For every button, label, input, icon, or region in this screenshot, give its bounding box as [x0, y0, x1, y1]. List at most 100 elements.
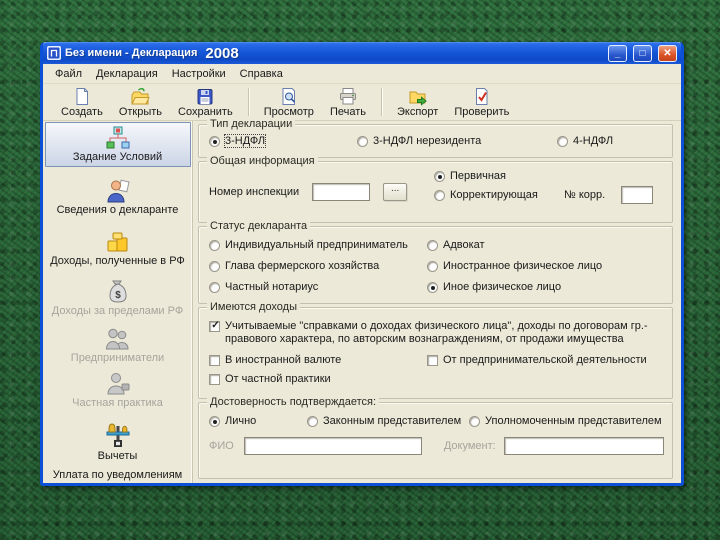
- main-panel: Тип декларации 3-НДФЛ 3-НДФЛ нерезидента…: [193, 118, 681, 483]
- export-button[interactable]: Экспорт: [389, 86, 446, 119]
- toolbar-separator: [247, 88, 249, 116]
- radio-primary[interactable]: Первичная: [434, 170, 664, 182]
- menu-declaration[interactable]: Декларация: [90, 66, 164, 82]
- print-icon: [339, 87, 356, 104]
- save-button[interactable]: Сохранить: [170, 86, 241, 119]
- group-general-info: Общая информация Номер инспекции ... Пер…: [198, 155, 673, 223]
- checkbox-entrepreneurial-activity[interactable]: От предпринимательской деятельности: [427, 354, 647, 366]
- radio-3ndfl-nonresident-control: [357, 135, 368, 147]
- maximize-button[interactable]: □: [633, 44, 652, 62]
- group-confirmation: Достоверность подтверждается: Лично Зако…: [198, 396, 673, 479]
- deductions-icon: [106, 423, 129, 448]
- radio-4ndfl[interactable]: 4-НДФЛ: [557, 135, 613, 147]
- open-button[interactable]: Открыть: [111, 86, 170, 119]
- radio-3ndfl-nonresident[interactable]: 3-НДФЛ нерезидента: [357, 135, 557, 147]
- new-document-icon: [76, 87, 88, 105]
- sidebar-item-income-abroad: $ Доходы за пределами РФ: [45, 275, 191, 321]
- open-folder-icon: [131, 87, 151, 104]
- corr-number-input[interactable]: [621, 186, 654, 204]
- checkbox-certificates-income-control: [209, 321, 221, 332]
- verify-button[interactable]: Проверить: [446, 86, 517, 119]
- radio-primary-control: [434, 170, 445, 182]
- radio-correcting[interactable]: Корректирующая: [434, 189, 562, 201]
- group-general-info-legend: Общая информация: [207, 155, 318, 167]
- radio-other-person[interactable]: Иное физическое лицо: [427, 281, 561, 293]
- radio-foreign-person[interactable]: Иностранное физическое лицо: [427, 260, 602, 272]
- preview-button[interactable]: Просмотр: [256, 86, 322, 119]
- checkbox-certificates-income[interactable]: Учитываемые "справками о доходах физичес…: [209, 320, 664, 346]
- radio-farm-head-control: [209, 260, 220, 272]
- radio-4ndfl-control: [557, 135, 568, 147]
- document-input: [503, 437, 664, 455]
- verify-icon: [475, 87, 488, 105]
- inspection-browse-button[interactable]: ...: [383, 183, 408, 201]
- window-title-year: 2008: [205, 44, 239, 62]
- group-declaration-type: Тип декларации 3-НДФЛ 3-НДФЛ нерезидента…: [198, 118, 673, 158]
- radio-other-person-control: [427, 281, 438, 293]
- radio-private-notary[interactable]: Частный нотариус: [209, 281, 427, 293]
- app-icon: [47, 46, 61, 60]
- radio-personally-control: [209, 415, 220, 427]
- income-rf-icon: [107, 232, 127, 252]
- sidebar-item-private-practice: Частная практика: [45, 368, 191, 412]
- sidebar: Задание Условий Сведения о декларанте До…: [43, 121, 193, 483]
- group-confirmation-legend: Достоверность подтверждается:: [207, 396, 380, 408]
- income-abroad-icon: $: [108, 280, 127, 303]
- radio-individual-entrepreneur[interactable]: Индивидуальный предприниматель: [209, 239, 427, 251]
- radio-legal-representative[interactable]: Законным представителем: [307, 415, 469, 427]
- group-declarant-status: Статус декларанта Индивидуальный предпри…: [198, 220, 673, 304]
- checkbox-private-practice[interactable]: От частной практики: [209, 373, 664, 385]
- group-declaration-type-legend: Тип декларации: [207, 118, 296, 130]
- radio-authorized-representative[interactable]: Уполномоченным представителем: [469, 415, 662, 427]
- sidebar-item-income-rf[interactable]: Доходы, полученные в РФ: [45, 225, 191, 271]
- radio-3ndfl[interactable]: 3-НДФЛ: [209, 134, 357, 148]
- toolbar: Создать Открыть Сохранить Просмотр Печат…: [43, 84, 681, 121]
- private-practice-icon: [106, 373, 129, 395]
- radio-foreign-person-control: [427, 260, 438, 272]
- group-income-types: Имеются доходы Учитываемые "справками о …: [198, 301, 673, 399]
- save-icon: [197, 88, 213, 104]
- document-label: Документ:: [443, 440, 496, 452]
- radio-correcting-control: [434, 189, 445, 201]
- title-bar: Без имени - Декларация 2008 _ □ ✕: [43, 42, 681, 64]
- radio-authorized-representative-control: [469, 415, 480, 427]
- radio-legal-representative-control: [307, 415, 318, 427]
- radio-lawyer[interactable]: Адвокат: [427, 239, 485, 251]
- radio-farm-head[interactable]: Глава фермерского хозяйства: [209, 260, 427, 272]
- sidebar-item-conditions[interactable]: Задание Условий: [44, 122, 191, 167]
- svg-text:$: $: [115, 290, 121, 301]
- radio-individual-entrepreneur-control: [209, 239, 220, 251]
- group-income-types-legend: Имеются доходы: [207, 301, 301, 313]
- fio-input: [243, 437, 422, 455]
- radio-personally[interactable]: Лично: [209, 415, 307, 427]
- radio-3ndfl-control: [209, 135, 220, 147]
- sidebar-item-entrepreneurs: Предприниматели: [45, 323, 191, 366]
- print-button[interactable]: Печать: [322, 86, 374, 119]
- inspection-number-label: Номер инспекции: [209, 186, 300, 198]
- close-button[interactable]: ✕: [658, 44, 677, 62]
- menu-help[interactable]: Справка: [234, 66, 289, 82]
- corr-number-label: № корр.: [564, 189, 606, 201]
- preview-icon: [282, 87, 295, 105]
- content-area: Задание Условий Сведения о декларанте До…: [43, 118, 681, 483]
- radio-lawyer-control: [427, 239, 438, 251]
- checkbox-private-practice-control: [209, 373, 220, 385]
- sidebar-item-declarant[interactable]: Сведения о декларанте: [45, 173, 191, 221]
- entrepreneurs-icon: [105, 328, 129, 350]
- menu-file[interactable]: Файл: [49, 66, 88, 82]
- group-declarant-status-legend: Статус декларанта: [207, 220, 311, 232]
- menu-settings[interactable]: Настройки: [166, 66, 232, 82]
- create-button[interactable]: Создать: [53, 86, 111, 119]
- fio-label: ФИО: [209, 440, 234, 452]
- menu-bar: Файл Декларация Настройки Справка: [43, 64, 681, 84]
- checkbox-foreign-currency[interactable]: В иностранной валюте: [209, 354, 427, 366]
- export-icon: [409, 91, 427, 106]
- sidebar-item-payment-notifications[interactable]: Уплата по уведомлениям: [45, 466, 191, 483]
- sidebar-item-deductions[interactable]: Вычеты: [45, 416, 191, 466]
- checkbox-foreign-currency-control: [209, 354, 220, 366]
- application-window: Без имени - Декларация 2008 _ □ ✕ Файл Д…: [40, 42, 684, 486]
- inspection-number-input[interactable]: [312, 183, 371, 201]
- toolbar-separator: [380, 88, 382, 116]
- window-title: Без имени - Декларация: [65, 47, 198, 59]
- minimize-button[interactable]: _: [608, 44, 627, 62]
